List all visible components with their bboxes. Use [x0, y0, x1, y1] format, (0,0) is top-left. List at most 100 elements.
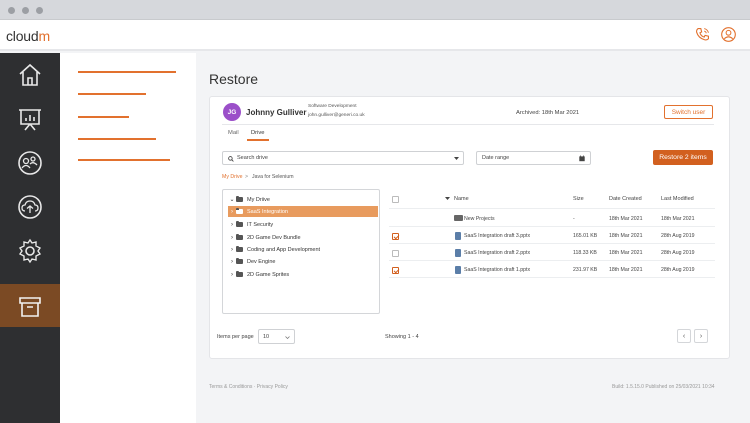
breadcrumb-root[interactable]: My Drive: [222, 174, 242, 180]
secondary-nav-item[interactable]: [78, 116, 129, 118]
restore-items-button[interactable]: Restore 2 items: [653, 150, 713, 165]
tree-node[interactable]: › Dev Engine: [228, 256, 275, 267]
tree-node-root[interactable]: ⌄ My Driive: [228, 194, 378, 205]
row-name[interactable]: SaaS Integration draft 3.pptx: [464, 233, 530, 239]
secondary-nav-item[interactable]: [78, 138, 156, 140]
tree-node-label: My Driive: [247, 196, 270, 203]
user-name: Johnny Gulliver: [246, 108, 307, 117]
search-icon: [228, 155, 234, 162]
breadcrumb-separator: >: [245, 174, 249, 180]
footer-links[interactable]: Terms & Conditions · Privacy Policy: [209, 384, 288, 390]
window-titlebar: [0, 0, 750, 20]
chevron-right-icon[interactable]: ›: [228, 247, 236, 253]
row-divider: [389, 226, 715, 227]
chevron-down-icon: [285, 335, 290, 339]
column-header-last-modified[interactable]: Last Modified: [661, 196, 694, 202]
window-minimize-button[interactable]: [22, 7, 29, 14]
secondary-nav-item[interactable]: [78, 159, 170, 161]
switch-user-button[interactable]: Switch user: [664, 105, 713, 119]
primary-sidebar: [0, 53, 60, 423]
sidebar-item-reports[interactable]: [0, 97, 60, 141]
next-page-button[interactable]: ›: [694, 329, 708, 343]
tree-node[interactable]: › 2D Game Sprites: [228, 269, 289, 280]
chevron-right-icon[interactable]: ›: [228, 259, 236, 265]
app-window: cloudm Restore JG Johnny Gulliver Softwa…: [0, 0, 750, 423]
folder-icon: [236, 246, 243, 252]
archive-box-icon: [19, 296, 41, 317]
row-checkbox[interactable]: [392, 250, 399, 257]
table-header-divider: [389, 208, 715, 209]
row-created: 18th Mar 2021: [609, 216, 643, 222]
archived-date: Archived: 18th Mar 2021: [516, 110, 580, 116]
top-header: cloudm: [0, 20, 750, 51]
row-created: 18th Mar 2021: [609, 233, 643, 239]
row-checkbox[interactable]: [392, 233, 399, 240]
folder-icon: [236, 258, 243, 264]
active-tab-indicator: [247, 139, 269, 141]
logo-accent: m: [38, 28, 50, 44]
tree-node-label: 2D Game Sprites: [247, 271, 290, 278]
tree-node[interactable]: › IT Security: [228, 219, 273, 230]
items-per-page-value: 10: [263, 334, 270, 340]
secondary-nav: [60, 53, 196, 423]
chevron-down-icon[interactable]: ⌄: [228, 196, 236, 203]
window-close-button[interactable]: [8, 7, 15, 14]
sidebar-item-settings[interactable]: [0, 229, 60, 273]
secondary-nav-item[interactable]: [78, 71, 176, 73]
folder-icon: [236, 208, 243, 214]
window-maximize-button[interactable]: [36, 7, 43, 14]
showing-count: Showing 1 - 4: [385, 334, 419, 340]
folder-icon: [236, 234, 243, 240]
row-size: 118.33 KB: [573, 250, 597, 256]
date-range-placeholder: Date range: [482, 155, 510, 161]
cloudm-logo[interactable]: cloudm: [6, 28, 50, 44]
phone-icon[interactable]: [694, 26, 711, 43]
row-name[interactable]: SaaS Integration draft 2.pptx: [464, 250, 530, 256]
tree-node-selected[interactable]: › SaaS Integration: [228, 206, 378, 217]
date-range-input[interactable]: Date range: [476, 151, 591, 165]
row-divider: [389, 260, 715, 261]
sidebar-item-archive[interactable]: [0, 284, 60, 327]
chevron-right-icon[interactable]: ›: [228, 272, 236, 278]
user-profile-icon[interactable]: [720, 26, 737, 43]
chevron-right-icon[interactable]: ›: [228, 235, 236, 241]
user-department: Software Development: [308, 104, 357, 109]
presentation-chart-icon: [19, 109, 41, 131]
folder-icon: [454, 215, 463, 221]
logo-text: cloud: [6, 28, 39, 44]
row-created: 18th Mar 2021: [609, 250, 643, 256]
row-name[interactable]: SaaS Integration draft 1.pptx: [464, 267, 530, 273]
sidebar-item-upload[interactable]: [0, 185, 60, 229]
cloud-upload-icon: [18, 195, 42, 219]
tree-node[interactable]: › 2D Game Dev Bundle: [228, 232, 301, 243]
column-header-name[interactable]: Name: [454, 196, 469, 202]
sort-down-icon[interactable]: [445, 197, 450, 200]
chevron-right-icon[interactable]: ›: [228, 209, 236, 215]
select-all-checkbox[interactable]: [392, 196, 399, 203]
search-input[interactable]: Search drive: [222, 151, 464, 165]
prev-page-button[interactable]: ‹: [677, 329, 691, 343]
tree-node-label: IT Security: [247, 221, 274, 228]
calendar-icon: [579, 155, 585, 162]
pptx-file-icon: [455, 232, 461, 240]
users-circle-icon: [18, 151, 42, 175]
row-name[interactable]: New Projects: [464, 216, 495, 222]
secondary-nav-item[interactable]: [78, 93, 146, 95]
tree-node-label: 2D Game Dev Bundle: [247, 234, 301, 241]
avatar: JG: [223, 103, 241, 121]
items-per-page-select[interactable]: 10: [258, 329, 295, 344]
sidebar-item-users[interactable]: [0, 141, 60, 185]
column-header-date-created[interactable]: Date Created: [609, 196, 642, 202]
column-header-size[interactable]: Size: [573, 196, 584, 202]
folder-icon: [236, 271, 243, 277]
tab-drive[interactable]: Drive: [251, 130, 265, 136]
row-modified: 28th Aug 2019: [661, 267, 695, 273]
row-modified: 28th Aug 2019: [661, 233, 695, 239]
tab-mail[interactable]: Mail: [228, 130, 239, 136]
row-checkbox[interactable]: [392, 267, 399, 274]
sidebar-item-home[interactable]: [0, 53, 60, 97]
chevron-right-icon[interactable]: ›: [228, 222, 236, 228]
tree-node[interactable]: › Coding and App Development: [228, 244, 320, 255]
tree-node-label: SaaS Integration: [247, 208, 288, 215]
row-modified: 18th Mar 2021: [661, 216, 695, 222]
